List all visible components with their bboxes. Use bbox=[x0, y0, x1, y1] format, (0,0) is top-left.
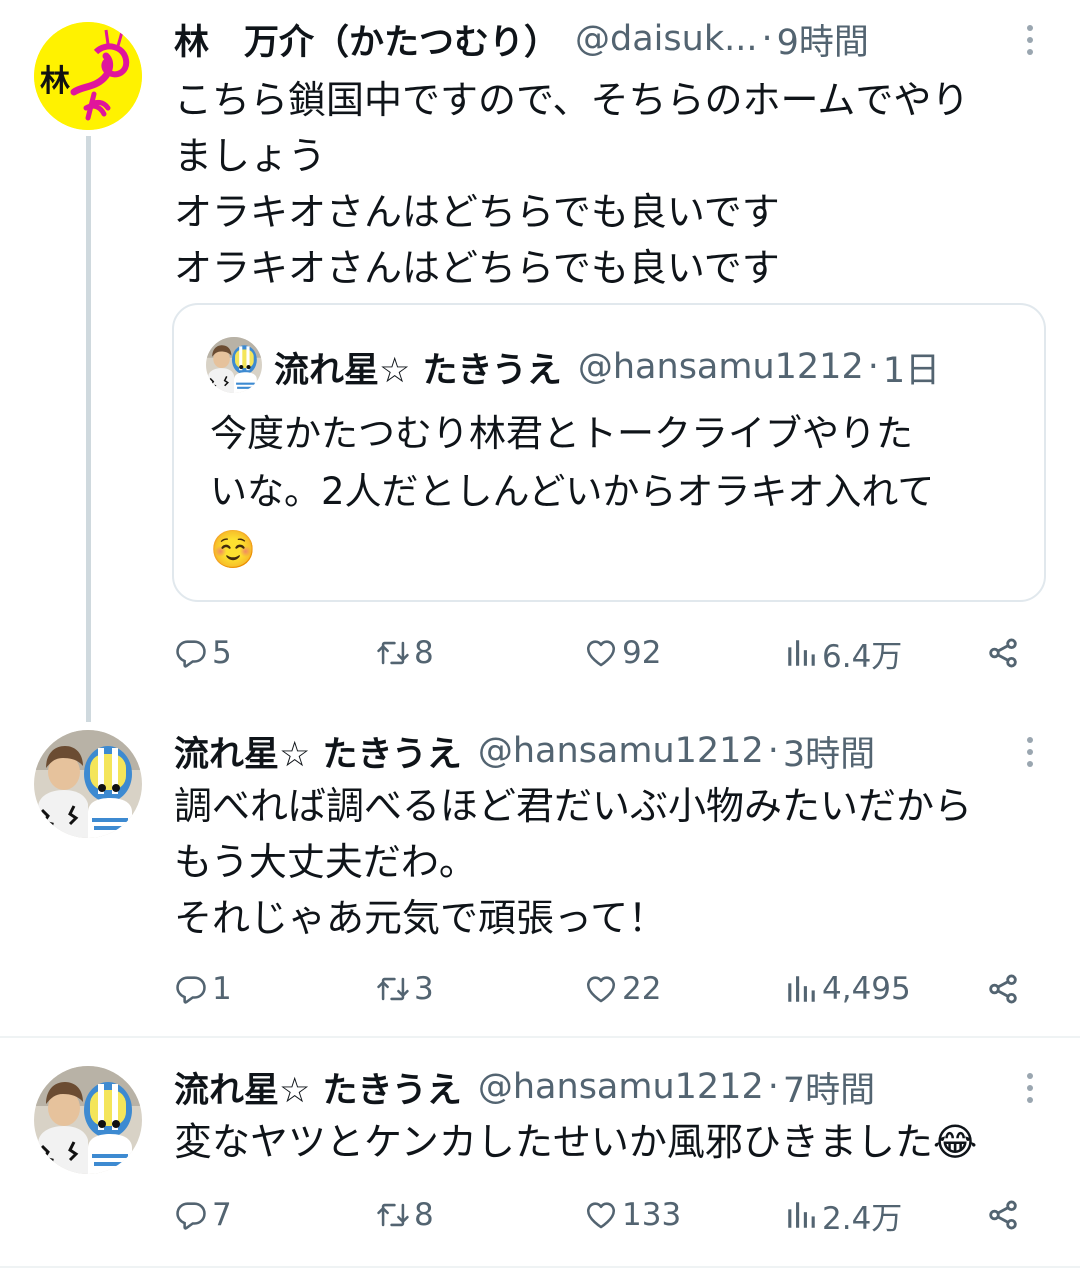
separator-dot: · bbox=[767, 731, 779, 771]
timestamp[interactable]: 7時間 bbox=[783, 1062, 875, 1113]
share-button[interactable] bbox=[986, 964, 1020, 1014]
avatar[interactable]: 林 bbox=[34, 22, 142, 130]
avatar-photo-icon bbox=[206, 337, 262, 393]
author-name[interactable]: 流れ星☆ たきうえ bbox=[174, 1062, 462, 1113]
text-line: 調べれば調べるほど君だいぶ小物みたいだから bbox=[174, 784, 973, 828]
share-button[interactable] bbox=[986, 1190, 1020, 1240]
timestamp[interactable]: 3時間 bbox=[783, 726, 875, 777]
retweet-count: 3 bbox=[414, 971, 434, 1007]
author-handle[interactable]: @daisuk... bbox=[575, 19, 757, 59]
text-line: 今度かたつむり林君とトークライブやりた bbox=[210, 412, 913, 455]
quoted-author-name: 流れ星☆ たきうえ bbox=[274, 350, 562, 391]
like-count: 92 bbox=[622, 635, 662, 671]
quoted-text: 今度かたつむり林君とトークライブやりた いな。2人だとしんどいからオラキオ入れて… bbox=[210, 405, 1014, 579]
share-icon bbox=[986, 972, 1020, 1006]
view-count: 6.4万 bbox=[822, 638, 903, 675]
tweet-header: 林 万介（かたつむり） @daisuk... · 9時間 bbox=[174, 14, 1050, 64]
tweet-2[interactable]: 流れ星☆ たきうえ @hansamu1212 · 3時間 調べれば調べるほど君だ… bbox=[0, 722, 1080, 1034]
quoted-header: 流れ星☆ たきうえ @hansamu1212 · 1日 bbox=[274, 339, 940, 395]
reply-button[interactable]: 1 bbox=[174, 964, 232, 1014]
separator-dot: · bbox=[867, 347, 879, 387]
views-button[interactable]: 6.4万 bbox=[784, 628, 902, 678]
retweet-count: 8 bbox=[414, 635, 434, 671]
more-icon[interactable] bbox=[1010, 732, 1050, 772]
reply-icon bbox=[174, 636, 208, 670]
retweet-icon bbox=[376, 972, 410, 1006]
like-count: 22 bbox=[622, 971, 662, 1007]
action-bar: 5 8 92 6.4万 bbox=[174, 628, 1034, 678]
divider bbox=[0, 1036, 1080, 1038]
action-bar: 7 8 133 2.4万 bbox=[174, 1190, 1034, 1240]
text-line: いな。2人だとしんどいからオラキオ入れて bbox=[210, 470, 935, 513]
text-line: ましょう bbox=[174, 134, 327, 178]
retweet-icon bbox=[376, 636, 410, 670]
text-line: オラキオさんはどちらでも良いです bbox=[174, 190, 780, 234]
avatar[interactable] bbox=[34, 1066, 142, 1174]
more-icon[interactable] bbox=[1010, 1068, 1050, 1108]
retweet-icon bbox=[376, 1198, 410, 1232]
tweet-text: 変なヤツとケンカしたせいか風邪ひきました😂 bbox=[174, 1114, 1050, 1170]
emoji-smile: ☺️ bbox=[210, 528, 257, 571]
avatar[interactable] bbox=[34, 730, 142, 838]
views-button[interactable]: 4,495 bbox=[784, 964, 911, 1014]
author-name[interactable]: 林 万介（かたつむり） bbox=[174, 14, 559, 65]
thread-line bbox=[86, 136, 91, 722]
views-icon bbox=[784, 972, 818, 1006]
view-count: 4,495 bbox=[822, 971, 911, 1007]
share-icon bbox=[986, 636, 1020, 670]
retweet-button[interactable]: 8 bbox=[376, 1190, 434, 1240]
author-handle[interactable]: @hansamu1212 bbox=[478, 1067, 764, 1107]
views-button[interactable]: 2.4万 bbox=[784, 1190, 902, 1240]
like-button[interactable]: 22 bbox=[584, 964, 661, 1014]
reply-icon bbox=[174, 1198, 208, 1232]
tweet-header: 流れ星☆ たきうえ @hansamu1212 · 7時間 bbox=[174, 1062, 1050, 1112]
tweet-text: こちら鎖国中ですので、そちらのホームでやり ましょう オラキオさんはどちらでも良… bbox=[174, 72, 1050, 296]
like-icon bbox=[584, 972, 618, 1006]
avatar-photo-icon bbox=[34, 730, 142, 838]
like-button[interactable]: 92 bbox=[584, 628, 661, 678]
text-line: それじゃあ元気で頑張って！ bbox=[174, 896, 667, 940]
like-count: 133 bbox=[622, 1197, 682, 1233]
separator-dot: · bbox=[761, 19, 773, 59]
quoted-avatar[interactable] bbox=[206, 337, 262, 393]
share-icon bbox=[986, 1198, 1020, 1232]
author-name[interactable]: 流れ星☆ たきうえ bbox=[174, 726, 462, 777]
text-line: もう大丈夫だわ。 bbox=[174, 840, 477, 884]
quoted-timestamp: 1日 bbox=[882, 350, 941, 391]
retweet-count: 8 bbox=[414, 1197, 434, 1233]
reply-count: 5 bbox=[212, 635, 232, 671]
author-handle[interactable]: @hansamu1212 bbox=[478, 731, 764, 771]
more-icon[interactable] bbox=[1010, 20, 1050, 60]
timestamp[interactable]: 9時間 bbox=[777, 14, 869, 65]
views-icon bbox=[784, 1198, 818, 1232]
separator-dot: · bbox=[767, 1067, 779, 1107]
text-line: オラキオさんはどちらでも良いです bbox=[174, 246, 780, 290]
reply-button[interactable]: 7 bbox=[174, 1190, 232, 1240]
reply-count: 1 bbox=[212, 971, 232, 1007]
tweet-text: 調べれば調べるほど君だいぶ小物みたいだから もう大丈夫だわ。 それじゃあ元気で頑… bbox=[174, 778, 1050, 946]
like-icon bbox=[584, 636, 618, 670]
views-icon bbox=[784, 636, 818, 670]
like-icon bbox=[584, 1198, 618, 1232]
avatar-photo-icon bbox=[34, 1066, 142, 1174]
reply-count: 7 bbox=[212, 1197, 232, 1233]
action-bar: 1 3 22 4,495 bbox=[174, 964, 1034, 1014]
retweet-button[interactable]: 3 bbox=[376, 964, 434, 1014]
divider bbox=[0, 1266, 1080, 1268]
quoted-author-handle: @hansamu1212 bbox=[577, 347, 864, 387]
retweet-button[interactable]: 8 bbox=[376, 628, 434, 678]
quoted-tweet[interactable]: 流れ星☆ たきうえ @hansamu1212 · 1日 今度かたつむり林君とトー… bbox=[172, 303, 1046, 602]
reply-icon bbox=[174, 972, 208, 1006]
avatar-initial: 林 bbox=[40, 64, 70, 99]
like-button[interactable]: 133 bbox=[584, 1190, 681, 1240]
tweet-1[interactable]: 林 林 万介（かたつむり） @daisuk... · 9時間 こちら鎖国中ですの… bbox=[0, 0, 1080, 722]
tweet-3[interactable]: 流れ星☆ たきうえ @hansamu1212 · 7時間 変なヤツとケンカしたせ… bbox=[0, 1060, 1080, 1260]
text-line: こちら鎖国中ですので、そちらのホームでやり bbox=[174, 78, 970, 122]
view-count: 2.4万 bbox=[822, 1200, 903, 1237]
tweet-header: 流れ星☆ たきうえ @hansamu1212 · 3時間 bbox=[174, 726, 1050, 776]
text-line: 変なヤツとケンカしたせいか風邪ひきました😂 bbox=[174, 1120, 978, 1164]
share-button[interactable] bbox=[986, 628, 1020, 678]
reply-button[interactable]: 5 bbox=[174, 628, 232, 678]
